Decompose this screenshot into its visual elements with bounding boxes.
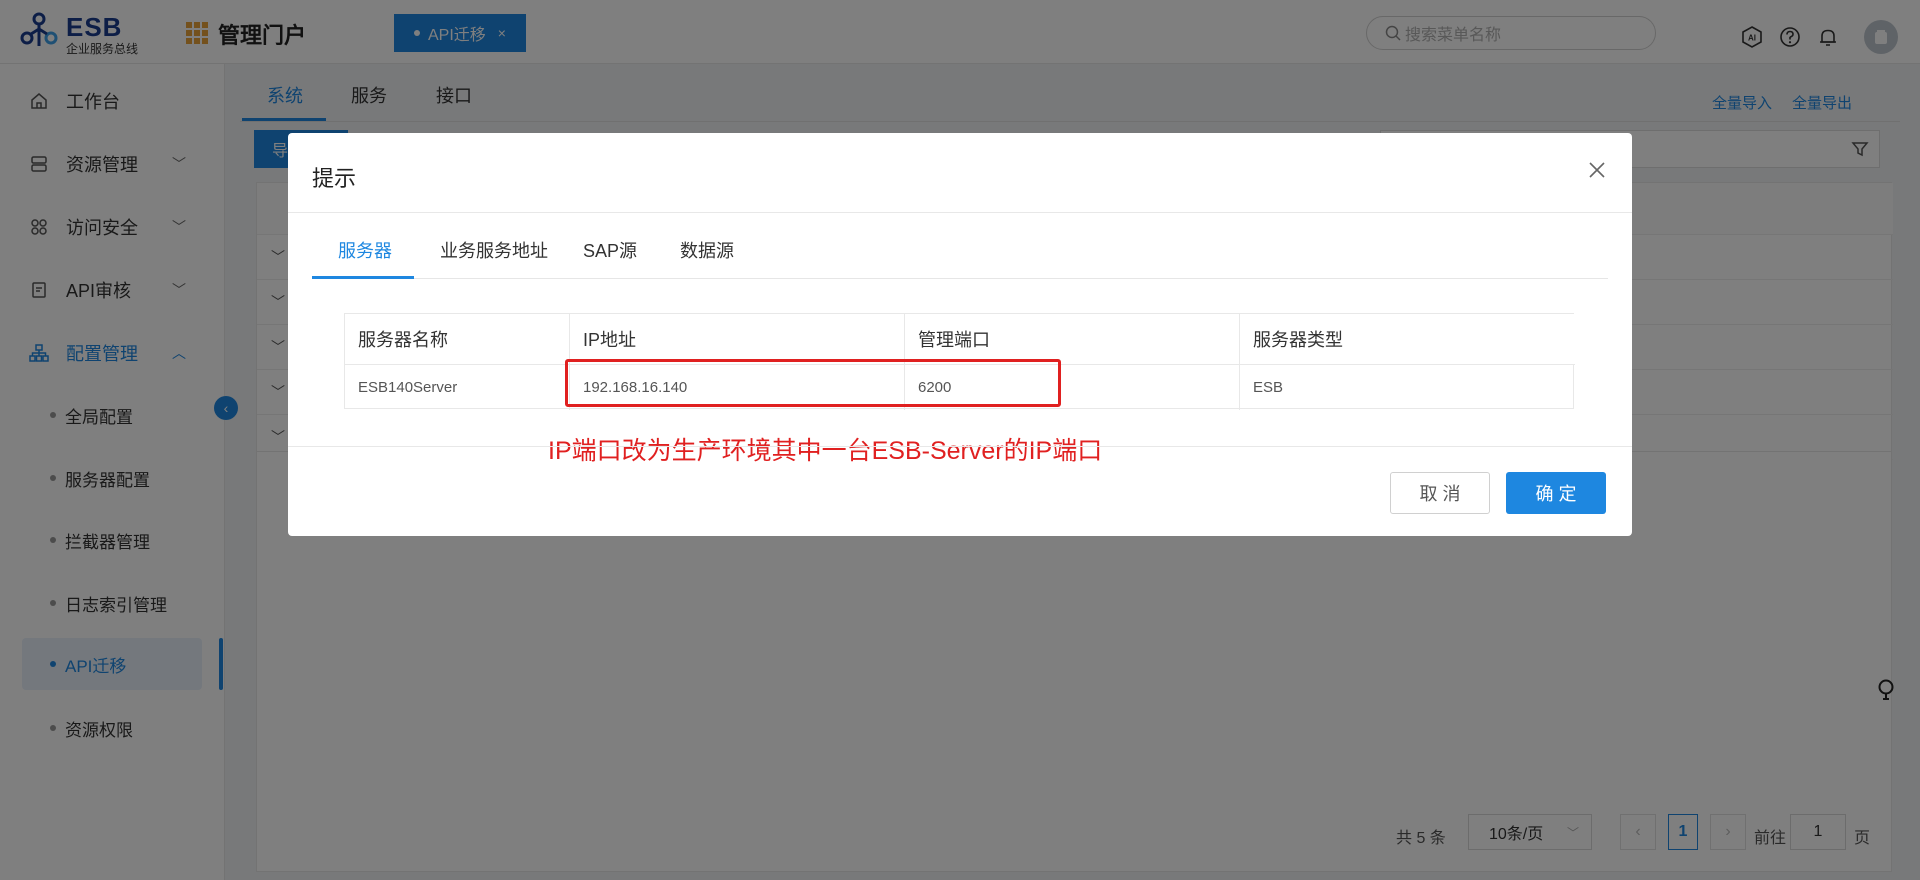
tab-active-underline [312,276,414,279]
dialog-footer: 取 消 确 定 [288,446,1632,536]
highlight-box [565,359,1061,407]
tab-data-source[interactable]: 数据源 [680,237,734,263]
confirm-button[interactable]: 确 定 [1506,472,1606,514]
column-header-ip-address: IP地址 [570,314,905,364]
dialog-tabs: 服务器 业务服务地址 SAP源 数据源 [312,213,1608,279]
column-header-admin-port: 管理端口 [905,314,1240,364]
close-icon[interactable] [1582,155,1612,185]
dialog-title: 提示 [312,166,357,191]
prompt-dialog: 提示 服务器 业务服务地址 SAP源 数据源 服务器名称 IP地址 管理端口 服… [288,133,1632,536]
tab-sap-source[interactable]: SAP源 [583,237,637,263]
cell-server-name: ESB140Server [345,364,570,410]
column-header-server-type: 服务器类型 [1240,314,1575,364]
tab-business-service-address[interactable]: 业务服务地址 [440,237,548,263]
dialog-header: 提示 [288,133,1632,213]
lightbulb-icon[interactable] [1876,678,1896,702]
cell-server-type: ESB [1240,364,1575,410]
tab-server[interactable]: 服务器 [338,237,392,263]
column-header-server-name: 服务器名称 [345,314,570,364]
cancel-button[interactable]: 取 消 [1390,472,1490,514]
